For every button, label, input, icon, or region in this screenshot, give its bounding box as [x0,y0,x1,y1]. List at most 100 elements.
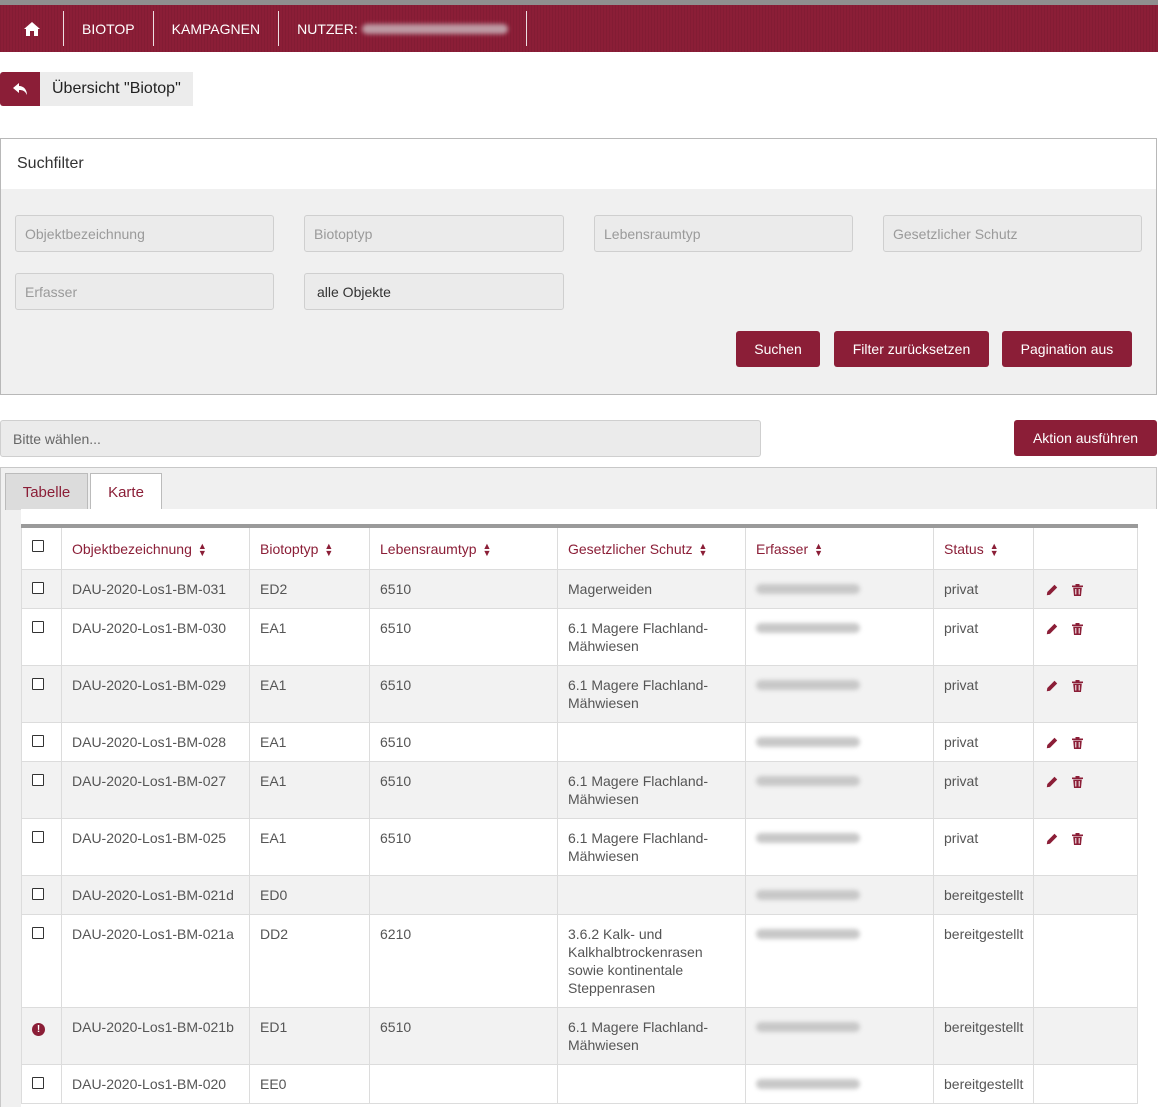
delete-icon[interactable] [1072,676,1083,694]
cell-lebensraumtyp [369,875,558,915]
col-objektbezeichnung[interactable]: Objektbezeichnung ▲ ▼ [61,525,250,570]
table-row[interactable]: DAU-2020-Los1-BM-031 ED2 6510 Magerweiden pr… [21,569,1138,609]
col-label: Erfasser [756,541,809,557]
cell-objektbezeichnung: DAU-2020-Los1-BM-031 [61,569,250,609]
cell-status: privat [933,722,1034,762]
cell-biotoptyp: EA1 [249,665,370,723]
nav-user[interactable]: NUTZER: [279,11,527,46]
delete-icon[interactable] [1072,772,1083,790]
cell-biotoptyp: ED1 [249,1007,370,1065]
delete-icon[interactable] [1072,619,1083,637]
col-biotoptyp[interactable]: Biotoptyp ▲ ▼ [249,525,370,570]
cell-erfasser [745,818,934,876]
table-row[interactable]: ! DAU-2020-Los1-BM-021b ED1 6510 6.1 Magere … [21,1007,1138,1065]
tab-karte[interactable]: Karte [90,473,162,510]
cell-status: privat [933,665,1034,723]
tab-tabelle[interactable]: Tabelle [5,473,88,510]
edit-icon[interactable] [1046,772,1058,790]
col-label: Gesetzlicher Schutz [568,541,693,557]
reset-filter-button[interactable]: Filter zurücksetzen [834,331,989,367]
row-checkbox[interactable] [32,621,44,633]
cell-gesetzlicher-schutz: Magerweiden [557,569,746,609]
cell-gesetzlicher-schutz [557,722,746,762]
row-checkbox[interactable] [32,678,44,690]
home-icon [23,21,40,36]
redacted-erfasser [756,1079,860,1089]
cell-objektbezeichnung: DAU-2020-Los1-BM-021b [61,1007,250,1065]
nav-kampagnen[interactable]: KAMPAGNEN [154,11,280,46]
nav-biotop[interactable]: BIOTOP [64,11,154,46]
filter-erfasser-input[interactable] [15,273,274,310]
cell-gesetzlicher-schutz [557,1064,746,1104]
filter-objektbezeichnung-input[interactable] [15,215,274,252]
col-erfasser[interactable]: Erfasser ▲ ▼ [745,525,934,570]
nav-home[interactable] [0,11,64,46]
delete-icon[interactable] [1072,580,1083,598]
col-lebensraumtyp[interactable]: Lebensraumtyp ▲ ▼ [369,525,558,570]
cell-biotoptyp: DD2 [249,914,370,1008]
edit-icon[interactable] [1046,619,1058,637]
select-cell [21,761,62,819]
execute-action-button[interactable]: Aktion ausführen [1014,420,1157,456]
table-row[interactable]: DAU-2020-Los1-BM-025 EA1 6510 6.1 Magere Fl… [21,818,1138,876]
cell-erfasser [745,569,934,609]
select-cell [21,722,62,762]
select-cell [21,569,62,609]
back-button[interactable] [0,72,40,106]
cell-biotoptyp: EA1 [249,608,370,666]
tab-container: Tabelle Karte Objektbezeichnung ▲ ▼ Biotop… [0,467,1158,1109]
cell-lebensraumtyp: 6510 [369,761,558,819]
row-checkbox[interactable] [32,1077,44,1089]
edit-icon[interactable] [1046,676,1058,694]
row-checkbox[interactable] [32,888,44,900]
filter-biotoptyp-input[interactable] [304,215,564,252]
cell-objektbezeichnung: DAU-2020-Los1-BM-025 [61,818,250,876]
cell-lebensraumtyp: 6510 [369,608,558,666]
cell-biotoptyp: EE0 [249,1064,370,1104]
table-row[interactable]: DAU-2020-Los1-BM-029 EA1 6510 6.1 Magere Fl… [21,665,1138,723]
table-row[interactable]: DAU-2020-Los1-BM-020 EE0 bereitgestellt [21,1064,1138,1104]
cell-biotoptyp: EA1 [249,818,370,876]
row-checkbox[interactable] [32,831,44,843]
cell-objektbezeichnung: DAU-2020-Los1-BM-028 [61,722,250,762]
row-checkbox[interactable] [32,735,44,747]
filter-gesetzlicher-schutz-input[interactable] [883,215,1142,252]
row-checkbox[interactable] [32,774,44,786]
table-row[interactable]: DAU-2020-Los1-BM-028 EA1 6510 privat [21,722,1138,762]
sort-icon: ▲ ▼ [324,541,334,559]
cell-actions [1033,1007,1138,1065]
redacted-erfasser [756,623,860,633]
filter-status-select[interactable]: alle Objekte [304,273,564,310]
back-navigation: Übersicht "Biotop" [0,72,193,106]
table-header-row: Objektbezeichnung ▲ ▼ Biotoptyp ▲ ▼ Lebensra… [21,525,1138,570]
delete-icon[interactable] [1072,733,1083,751]
cell-objektbezeichnung: DAU-2020-Los1-BM-029 [61,665,250,723]
table-row[interactable]: DAU-2020-Los1-BM-021d ED0 bereitgestellt [21,875,1138,915]
cell-lebensraumtyp: 6210 [369,914,558,1008]
edit-icon[interactable] [1046,829,1058,847]
edit-icon[interactable] [1046,733,1058,751]
delete-icon[interactable] [1072,829,1083,847]
col-status[interactable]: Status ▲ ▼ [933,525,1034,570]
cell-objektbezeichnung: DAU-2020-Los1-BM-030 [61,608,250,666]
edit-icon[interactable] [1046,580,1058,598]
select-cell [21,875,62,915]
select-all-cell [21,525,62,570]
cell-objektbezeichnung: DAU-2020-Los1-BM-020 [61,1064,250,1104]
col-label: Status [944,541,984,557]
bulk-action-select[interactable]: Bitte wählen... [0,420,761,457]
sort-icon: ▲ ▼ [814,541,824,559]
cell-gesetzlicher-schutz: 6.1 Magere Flachland-Mähwiesen [557,608,746,666]
search-button[interactable]: Suchen [736,331,820,367]
table-row[interactable]: DAU-2020-Los1-BM-021a DD2 6210 3.6.2 Kalk- … [21,914,1138,1008]
pagination-toggle-button[interactable]: Pagination aus [1002,331,1132,367]
row-checkbox[interactable] [32,582,44,594]
table-row[interactable]: DAU-2020-Los1-BM-027 EA1 6510 6.1 Magere Fl… [21,761,1138,819]
col-gesetzlicher-schutz[interactable]: Gesetzlicher Schutz ▲ ▼ [557,525,746,570]
cell-biotoptyp: ED0 [249,875,370,915]
table-row[interactable]: DAU-2020-Los1-BM-030 EA1 6510 6.1 Magere Fl… [21,608,1138,666]
filter-lebensraumtyp-input[interactable] [594,215,853,252]
row-checkbox[interactable] [32,927,44,939]
select-all-checkbox[interactable] [32,540,44,552]
cell-actions [1033,608,1138,666]
